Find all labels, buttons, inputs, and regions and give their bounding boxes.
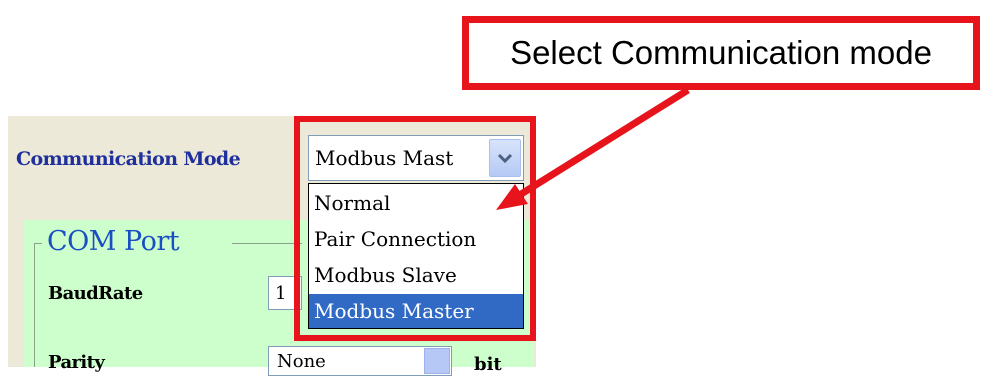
callout-arrow-icon xyxy=(496,87,690,210)
